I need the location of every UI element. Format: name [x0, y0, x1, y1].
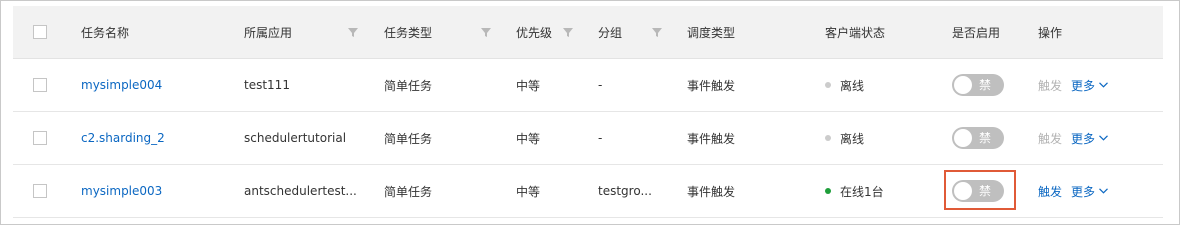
client-status-cell: 离线 [825, 59, 864, 111]
header-client-status: 客户端状态 [825, 25, 886, 40]
group-cell: - [598, 131, 603, 145]
row-checkbox[interactable] [33, 131, 47, 145]
header-task-type[interactable]: 任务类型 [384, 6, 432, 58]
trigger-button[interactable]: 触发 [1038, 183, 1062, 200]
task-type-cell: 简单任务 [384, 131, 433, 146]
row-select-cell [33, 59, 47, 111]
more-label: 更多 [1071, 131, 1096, 146]
more-label: 更多 [1071, 184, 1096, 199]
app-cell: test111 [244, 78, 290, 92]
header-app[interactable]: 所属应用 [244, 6, 292, 58]
highlight-box [944, 170, 1016, 210]
client-status-text: 离线 [840, 131, 865, 146]
row-checkbox[interactable] [33, 184, 47, 198]
header-actions: 操作 [1038, 25, 1063, 40]
group-filter-icon[interactable] [651, 26, 663, 38]
more-label: 更多 [1071, 78, 1096, 93]
trigger-button[interactable]: 触发 [1038, 130, 1062, 147]
header-enabled: 是否启用 [952, 25, 1001, 40]
app-filter-icon[interactable] [347, 26, 359, 38]
header-priority[interactable]: 优先级 [516, 6, 552, 58]
priority-filter-icon[interactable] [562, 26, 574, 38]
row-select-cell [33, 112, 47, 164]
client-status-cell: 在线1台 [825, 165, 884, 217]
schedule-type-cell: 事件触发 [687, 131, 736, 146]
row-select-cell [33, 165, 47, 217]
switch-label: 禁 [979, 131, 992, 145]
status-dot-icon [825, 188, 831, 194]
header-schedule-type: 调度类型 [687, 25, 736, 40]
select-all-checkbox[interactable] [33, 25, 47, 39]
schedule-type-cell: 事件触发 [687, 78, 736, 93]
app-cell: antschedulertest... [244, 184, 357, 198]
task-name-link[interactable]: mysimple004 [81, 59, 162, 111]
more-dropdown[interactable]: 更多 [1071, 77, 1108, 94]
group-cell: - [598, 78, 603, 92]
task-type-filter-icon[interactable] [480, 26, 492, 38]
priority-cell: 中等 [516, 78, 541, 93]
table-row: c2.sharding_2 schedulertutorial 简单任务 中等 … [13, 112, 1163, 165]
trigger-button[interactable]: 触发 [1038, 77, 1062, 94]
status-dot-icon [825, 82, 831, 88]
task-name-link[interactable]: c2.sharding_2 [81, 112, 165, 164]
more-dropdown[interactable]: 更多 [1071, 130, 1108, 147]
header-task-name[interactable]: 任务名称 [81, 6, 129, 58]
more-dropdown[interactable]: 更多 [1071, 183, 1108, 200]
actions-cell: 触发 更多 [1038, 59, 1108, 111]
chevron-down-icon [1099, 82, 1108, 88]
table-row: mysimple004 test111 简单任务 中等 - 事件触发 离线 禁 … [13, 59, 1163, 112]
header-group[interactable]: 分组 [598, 6, 622, 58]
select-all-cell [33, 6, 47, 58]
client-status-text: 离线 [840, 78, 865, 93]
enable-switch[interactable]: 禁 [952, 127, 1004, 149]
chevron-down-icon [1099, 135, 1108, 141]
priority-cell: 中等 [516, 131, 541, 146]
switch-knob [954, 129, 972, 147]
switch-label: 禁 [979, 78, 992, 92]
task-type-cell: 简单任务 [384, 78, 433, 93]
table-header: 任务名称 所属应用 任务类型 优先级 分组 调度类型 客户端状态 是否启用 操作 [13, 6, 1163, 59]
row-checkbox[interactable] [33, 78, 47, 92]
task-type-cell: 简单任务 [384, 184, 433, 199]
enable-switch[interactable]: 禁 [952, 74, 1004, 96]
enable-cell: 禁 [952, 59, 1004, 111]
chevron-down-icon [1099, 188, 1108, 194]
schedule-type-cell: 事件触发 [687, 184, 736, 199]
client-status-cell: 离线 [825, 112, 864, 164]
app-cell: schedulertutorial [244, 131, 347, 145]
task-name-link[interactable]: mysimple003 [81, 165, 162, 217]
switch-knob [954, 76, 972, 94]
priority-cell: 中等 [516, 184, 541, 199]
status-dot-icon [825, 135, 831, 141]
actions-cell: 触发 更多 [1038, 112, 1108, 164]
group-cell: testgro... [598, 184, 652, 198]
enable-cell: 禁 [952, 112, 1004, 164]
actions-cell: 触发 更多 [1038, 165, 1108, 217]
client-status-text: 在线1台 [840, 184, 884, 199]
